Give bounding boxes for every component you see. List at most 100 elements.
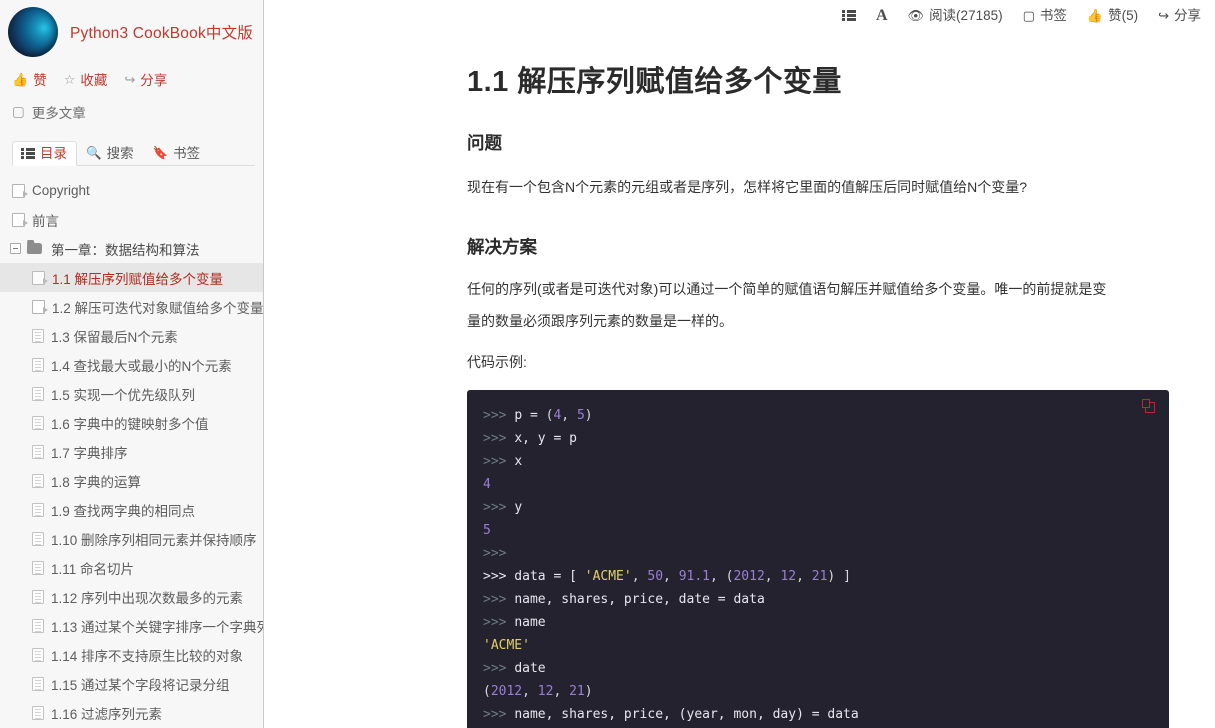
toolbar-like-button[interactable]: 👍 赞(5)	[1087, 9, 1138, 23]
code-line: >>> name	[483, 611, 1153, 634]
toc-item-label: 1.5 实现一个优先级队列	[51, 387, 196, 403]
toc-item-1-11[interactable]: 1.11 命名切片	[0, 553, 263, 582]
code-token-num: 5	[576, 407, 585, 423]
minus-box-icon[interactable]	[10, 243, 21, 254]
like-action-label: 赞	[33, 73, 47, 88]
toc-item-1-16[interactable]: 1.16 过滤序列元素	[0, 698, 263, 727]
page-icon	[32, 647, 44, 662]
code-line: >>> p = (4, 5)	[483, 404, 1153, 427]
toc-item-1-3[interactable]: 1.3 保留最后N个元素	[0, 321, 263, 350]
code-line: >>> name, shares, price, (year, mon, day…	[483, 703, 1153, 726]
code-line: >>>	[483, 542, 1153, 565]
toc-item-copyright[interactable]: Copyright	[0, 176, 263, 205]
code-token-prompt: >>>	[483, 706, 515, 722]
list-icon	[21, 147, 35, 159]
code-line: >>> y	[483, 496, 1153, 519]
toc-item-1-1[interactable]: 1.1 解压序列赋值给多个变量	[0, 263, 263, 292]
toc-item-1-8[interactable]: 1.8 字典的运算	[0, 466, 263, 495]
page-icon	[32, 618, 44, 633]
toc-item-label: 1.3 保留最后N个元素	[51, 329, 178, 345]
toc-item-label: 1.13 通过某个关键字排序一个字典列表	[51, 619, 263, 635]
toc-item-label: 1.2 解压可迭代对象赋值给多个变量	[52, 300, 263, 316]
code-token-num: 50	[647, 568, 664, 584]
app-root: Python3 CookBook中文版 👍 赞 ☆ 收藏 ↪ 分享 ▢ 更多文章	[0, 0, 1215, 728]
share-label: 分享	[1174, 7, 1201, 23]
folder-open-icon	[26, 243, 43, 254]
toolbar-font-size-button[interactable]: A	[875, 6, 888, 24]
code-token-punc: ,	[764, 568, 781, 584]
toc-item-1-9[interactable]: 1.9 查找两字典的相同点	[0, 495, 263, 524]
bookmark-outline-icon: ▢	[12, 104, 25, 119]
page-icon	[32, 705, 44, 720]
code-token-name: y	[514, 499, 523, 515]
toc-item-label: 1.15 通过某个字段将记录分组	[51, 677, 230, 693]
toc-item-label: 1.14 排序不支持原生比较的对象	[51, 648, 244, 664]
toc-item-1-6[interactable]: 1.6 字典中的键映射多个值	[0, 408, 263, 437]
toc-chapter-label: 第一章：数据结构和算法	[51, 242, 200, 258]
toc-item-label: 1.10 删除序列相同元素并保持顺序	[51, 532, 257, 548]
brand-row: Python3 CookBook中文版	[0, 0, 263, 58]
doc-icon	[32, 299, 48, 314]
toc-item-1-7[interactable]: 1.7 字典排序	[0, 437, 263, 466]
toc-item-label: 1.7 字典排序	[51, 445, 128, 461]
toolbar-bookmark-button[interactable]: ▢ 书签	[1023, 9, 1067, 23]
thumbs-up-icon: 👍	[1086, 8, 1104, 23]
toc-item-1-2[interactable]: 1.2 解压可迭代对象赋值给多个变量	[0, 292, 263, 321]
tab-search-label: 搜索	[106, 145, 134, 161]
bookmark-outline-icon: ▢	[1022, 8, 1035, 23]
code-line: >>> name, shares, price, date = data	[483, 588, 1153, 611]
code-token-num: 2012	[490, 683, 523, 699]
toc-item-1-5[interactable]: 1.5 实现一个优先级队列	[0, 379, 263, 408]
code-token-prompt: >>>	[483, 545, 507, 561]
code-line: 'ACME'	[483, 634, 1153, 657]
toolbar-outline-button[interactable]	[841, 10, 856, 21]
code-token-punc: )	[584, 407, 593, 423]
copy-code-icon[interactable]	[1142, 398, 1155, 413]
code-token-name: name, shares, price, date = data	[514, 591, 765, 607]
more-articles-link[interactable]: ▢ 更多文章	[0, 98, 263, 126]
code-token-punc: (	[483, 683, 491, 699]
toc-item-1-10[interactable]: 1.10 删除序列相同元素并保持顺序	[0, 524, 263, 553]
code-caption: 代码示例:	[467, 353, 527, 370]
favorite-action[interactable]: ☆ 收藏	[64, 69, 108, 89]
toolbar-read-count[interactable]: 👁 阅读(27185)	[908, 9, 1003, 23]
like-action[interactable]: 👍 赞	[12, 69, 47, 89]
page-icon	[32, 415, 44, 430]
code-token-prompt: >>>	[483, 591, 515, 607]
toc-item-1-4[interactable]: 1.4 查找最大或最小的N个元素	[0, 350, 263, 379]
more-articles-label: 更多文章	[31, 106, 86, 121]
tab-toc[interactable]: 目录	[12, 140, 77, 166]
tab-bookmark[interactable]: 🔖 书签	[144, 141, 211, 167]
doc-icon	[12, 212, 28, 227]
page-icon	[32, 560, 44, 575]
toc-item-1-12[interactable]: 1.12 序列中出现次数最多的元素	[0, 582, 263, 611]
code-token-num: 2012	[733, 568, 765, 584]
tab-search[interactable]: 🔍 搜索	[77, 141, 144, 167]
toc-chapter-1[interactable]: 第一章：数据结构和算法	[0, 234, 263, 263]
page-icon	[32, 357, 44, 372]
toc-item-1-15[interactable]: 1.15 通过某个字段将记录分组	[0, 669, 263, 698]
toc-item-1-13[interactable]: 1.13 通过某个关键字排序一个字典列表	[0, 611, 263, 640]
code-token-punc: ,	[553, 683, 570, 699]
toc-item-preface[interactable]: 前言	[0, 205, 263, 234]
code-token-name: name	[514, 614, 546, 630]
code-token-punc: ,	[561, 407, 577, 423]
code-block: >>> p = (4, 5) >>> x, y = p >>> x 4 >>> y 5 >>…	[467, 389, 1169, 728]
main-content: A 👁 阅读(27185) ▢ 书签 👍 赞(5) ↪ 分享 1.1 解压序列赋…	[264, 0, 1215, 728]
toc-item-label: 前言	[32, 213, 59, 229]
code-token-prompt: >>>	[483, 453, 515, 469]
sidebar: Python3 CookBook中文版 👍 赞 ☆ 收藏 ↪ 分享 ▢ 更多文章	[0, 0, 264, 728]
code-token-name: name, shares, price, (year, mon, day) = …	[514, 706, 859, 722]
section-body-solution-line2: 量的数量必须跟序列元素的数量是一样的。	[467, 313, 733, 329]
code-line: (2012, 12, 21)	[483, 680, 1153, 703]
share-action[interactable]: ↪ 分享	[124, 69, 167, 89]
font-size-icon: A	[875, 6, 888, 24]
toolbar-share-button[interactable]: ↪ 分享	[1158, 9, 1201, 23]
eye-icon: 👁	[907, 8, 925, 23]
code-lines: >>> p = (4, 5) >>> x, y = p >>> x 4 >>> y 5 >>…	[483, 404, 1153, 728]
tab-bookmark-label: 书签	[173, 145, 201, 161]
code-line: >>> x, y = p	[483, 427, 1153, 450]
code-token-prompt: >>>	[483, 614, 515, 630]
toc-item-1-14[interactable]: 1.14 排序不支持原生比较的对象	[0, 640, 263, 669]
code-line: >>> x	[483, 450, 1153, 473]
